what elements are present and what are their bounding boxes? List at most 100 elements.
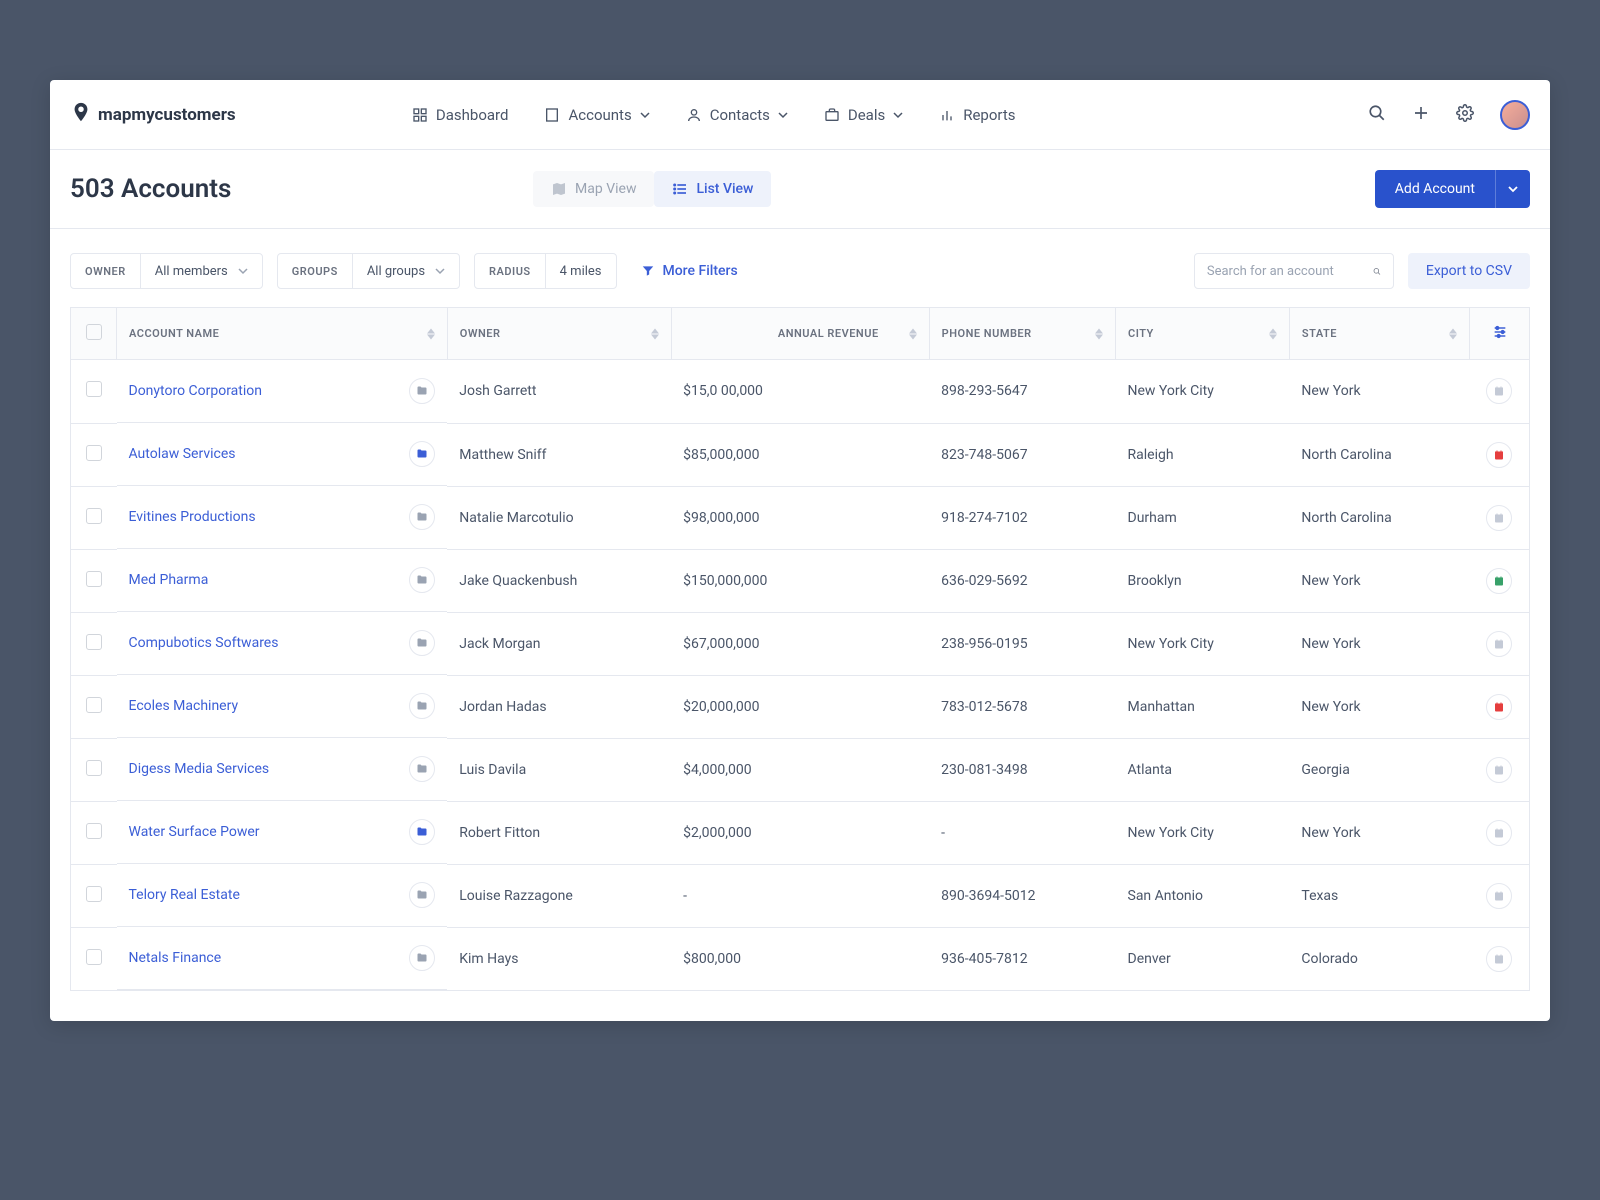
row-checkbox[interactable] — [86, 823, 102, 839]
plus-icon[interactable] — [1412, 104, 1430, 126]
state-cell: North Carolina — [1289, 486, 1469, 549]
state-cell: New York — [1289, 360, 1469, 424]
sliders-icon — [1492, 330, 1508, 343]
col-phone[interactable]: PHONE NUMBER — [929, 308, 1115, 360]
calendar-icon[interactable] — [1486, 757, 1512, 783]
row-checkbox[interactable] — [86, 508, 102, 524]
calendar-icon[interactable] — [1486, 505, 1512, 531]
nav-contacts[interactable]: Contacts — [686, 106, 788, 124]
account-name-link[interactable]: Autolaw Services — [129, 446, 236, 462]
sort-icon — [909, 328, 917, 339]
row-checkbox[interactable] — [86, 381, 102, 397]
gear-icon[interactable] — [1456, 104, 1474, 126]
owner-filter-value[interactable]: All members — [140, 254, 262, 288]
table-row: Evitines ProductionsNatalie Marcotulio$9… — [71, 486, 1530, 549]
avatar[interactable] — [1500, 100, 1530, 130]
list-icon — [672, 181, 688, 197]
calendar-icon[interactable] — [1486, 820, 1512, 846]
nav-deals[interactable]: Deals — [824, 106, 903, 124]
folder-icon[interactable] — [409, 693, 435, 719]
nav-accounts[interactable]: Accounts — [544, 106, 649, 124]
owner-filter: OWNER All members — [70, 253, 263, 289]
revenue-cell: $85,000,000 — [671, 423, 929, 486]
map-view-button[interactable]: Map View — [533, 171, 654, 207]
nav-dashboard[interactable]: Dashboard — [412, 106, 509, 124]
col-city[interactable]: CITY — [1116, 308, 1290, 360]
calendar-icon[interactable] — [1486, 694, 1512, 720]
phone-cell: 238-956-0195 — [929, 612, 1115, 675]
brand-logo[interactable]: mapmycustomers — [70, 98, 236, 131]
search-icon[interactable] — [1368, 104, 1386, 126]
radius-filter: RADIUS 4 miles — [474, 253, 616, 289]
chevron-down-icon — [238, 266, 248, 276]
select-all-checkbox[interactable] — [86, 324, 102, 340]
col-account-name[interactable]: ACCOUNT NAME — [117, 308, 448, 360]
folder-icon[interactable] — [409, 378, 435, 404]
col-revenue[interactable]: ANNUAL REVENUE — [671, 308, 929, 360]
calendar-icon[interactable] — [1486, 946, 1512, 972]
col-owner[interactable]: OWNER — [447, 308, 671, 360]
folder-icon[interactable] — [409, 504, 435, 530]
phone-cell: 898-293-5647 — [929, 360, 1115, 424]
table-row: Donytoro CorporationJosh Garrett$15,0 00… — [71, 360, 1530, 424]
table-row: Ecoles MachineryJordan Hadas$20,000,0007… — [71, 675, 1530, 738]
folder-icon[interactable] — [409, 819, 435, 845]
folder-icon[interactable] — [409, 567, 435, 593]
phone-cell: 890-3694-5012 — [929, 864, 1115, 927]
revenue-cell: $98,000,000 — [671, 486, 929, 549]
city-cell: Raleigh — [1116, 423, 1290, 486]
groups-filter-label: GROUPS — [278, 265, 352, 278]
row-checkbox[interactable] — [86, 760, 102, 776]
row-checkbox[interactable] — [86, 949, 102, 965]
account-name-link[interactable]: Water Surface Power — [129, 824, 260, 840]
table-row: Med PharmaJake Quackenbush$150,000,00063… — [71, 549, 1530, 612]
more-filters-button[interactable]: More Filters — [641, 263, 738, 279]
calendar-icon[interactable] — [1486, 568, 1512, 594]
export-csv-button[interactable]: Export to CSV — [1408, 253, 1530, 289]
owner-cell: Robert Fitton — [447, 801, 671, 864]
add-account-button[interactable]: Add Account — [1375, 170, 1495, 208]
groups-filter-value[interactable]: All groups — [352, 254, 459, 288]
folder-icon[interactable] — [409, 756, 435, 782]
row-checkbox[interactable] — [86, 445, 102, 461]
sort-icon — [1269, 328, 1277, 339]
account-name-link[interactable]: Compubotics Softwares — [129, 635, 279, 651]
row-checkbox[interactable] — [86, 697, 102, 713]
view-toggle: Map View List View — [533, 171, 771, 207]
calendar-icon[interactable] — [1486, 378, 1512, 404]
account-name-link[interactable]: Digess Media Services — [129, 761, 270, 777]
calendar-icon[interactable] — [1486, 442, 1512, 468]
account-name-link[interactable]: Donytoro Corporation — [129, 383, 263, 399]
row-checkbox[interactable] — [86, 571, 102, 587]
state-cell: New York — [1289, 549, 1469, 612]
groups-filter: GROUPS All groups — [277, 253, 460, 289]
folder-icon[interactable] — [409, 630, 435, 656]
folder-icon[interactable] — [409, 882, 435, 908]
calendar-icon[interactable] — [1486, 883, 1512, 909]
state-cell: New York — [1289, 801, 1469, 864]
account-name-link[interactable]: Med Pharma — [129, 572, 209, 588]
add-account-dropdown[interactable] — [1495, 170, 1530, 208]
account-name-link[interactable]: Evitines Productions — [129, 509, 256, 525]
list-view-button[interactable]: List View — [654, 171, 771, 207]
nav-reports[interactable]: Reports — [939, 106, 1015, 124]
table-row: Telory Real EstateLouise Razzagone-890-3… — [71, 864, 1530, 927]
folder-icon[interactable] — [409, 441, 435, 467]
account-name-link[interactable]: Netals Finance — [129, 950, 222, 966]
owner-cell: Jack Morgan — [447, 612, 671, 675]
search-input[interactable] — [1207, 264, 1373, 279]
row-checkbox[interactable] — [86, 886, 102, 902]
account-name-link[interactable]: Ecoles Machinery — [129, 698, 239, 714]
select-all-header — [71, 308, 117, 360]
calendar-icon[interactable] — [1486, 631, 1512, 657]
topbar: mapmycustomers Dashboard Accounts Contac… — [50, 80, 1550, 150]
folder-icon[interactable] — [409, 945, 435, 971]
radius-filter-value[interactable]: 4 miles — [545, 254, 616, 288]
account-name-link[interactable]: Telory Real Estate — [129, 887, 240, 903]
phone-cell: 636-029-5692 — [929, 549, 1115, 612]
accounts-table: ACCOUNT NAME OWNER ANNUAL REVENUE PHONE … — [70, 307, 1530, 991]
row-checkbox[interactable] — [86, 634, 102, 650]
col-state[interactable]: STATE — [1289, 308, 1469, 360]
city-cell: Brooklyn — [1116, 549, 1290, 612]
col-configure[interactable] — [1470, 308, 1530, 360]
